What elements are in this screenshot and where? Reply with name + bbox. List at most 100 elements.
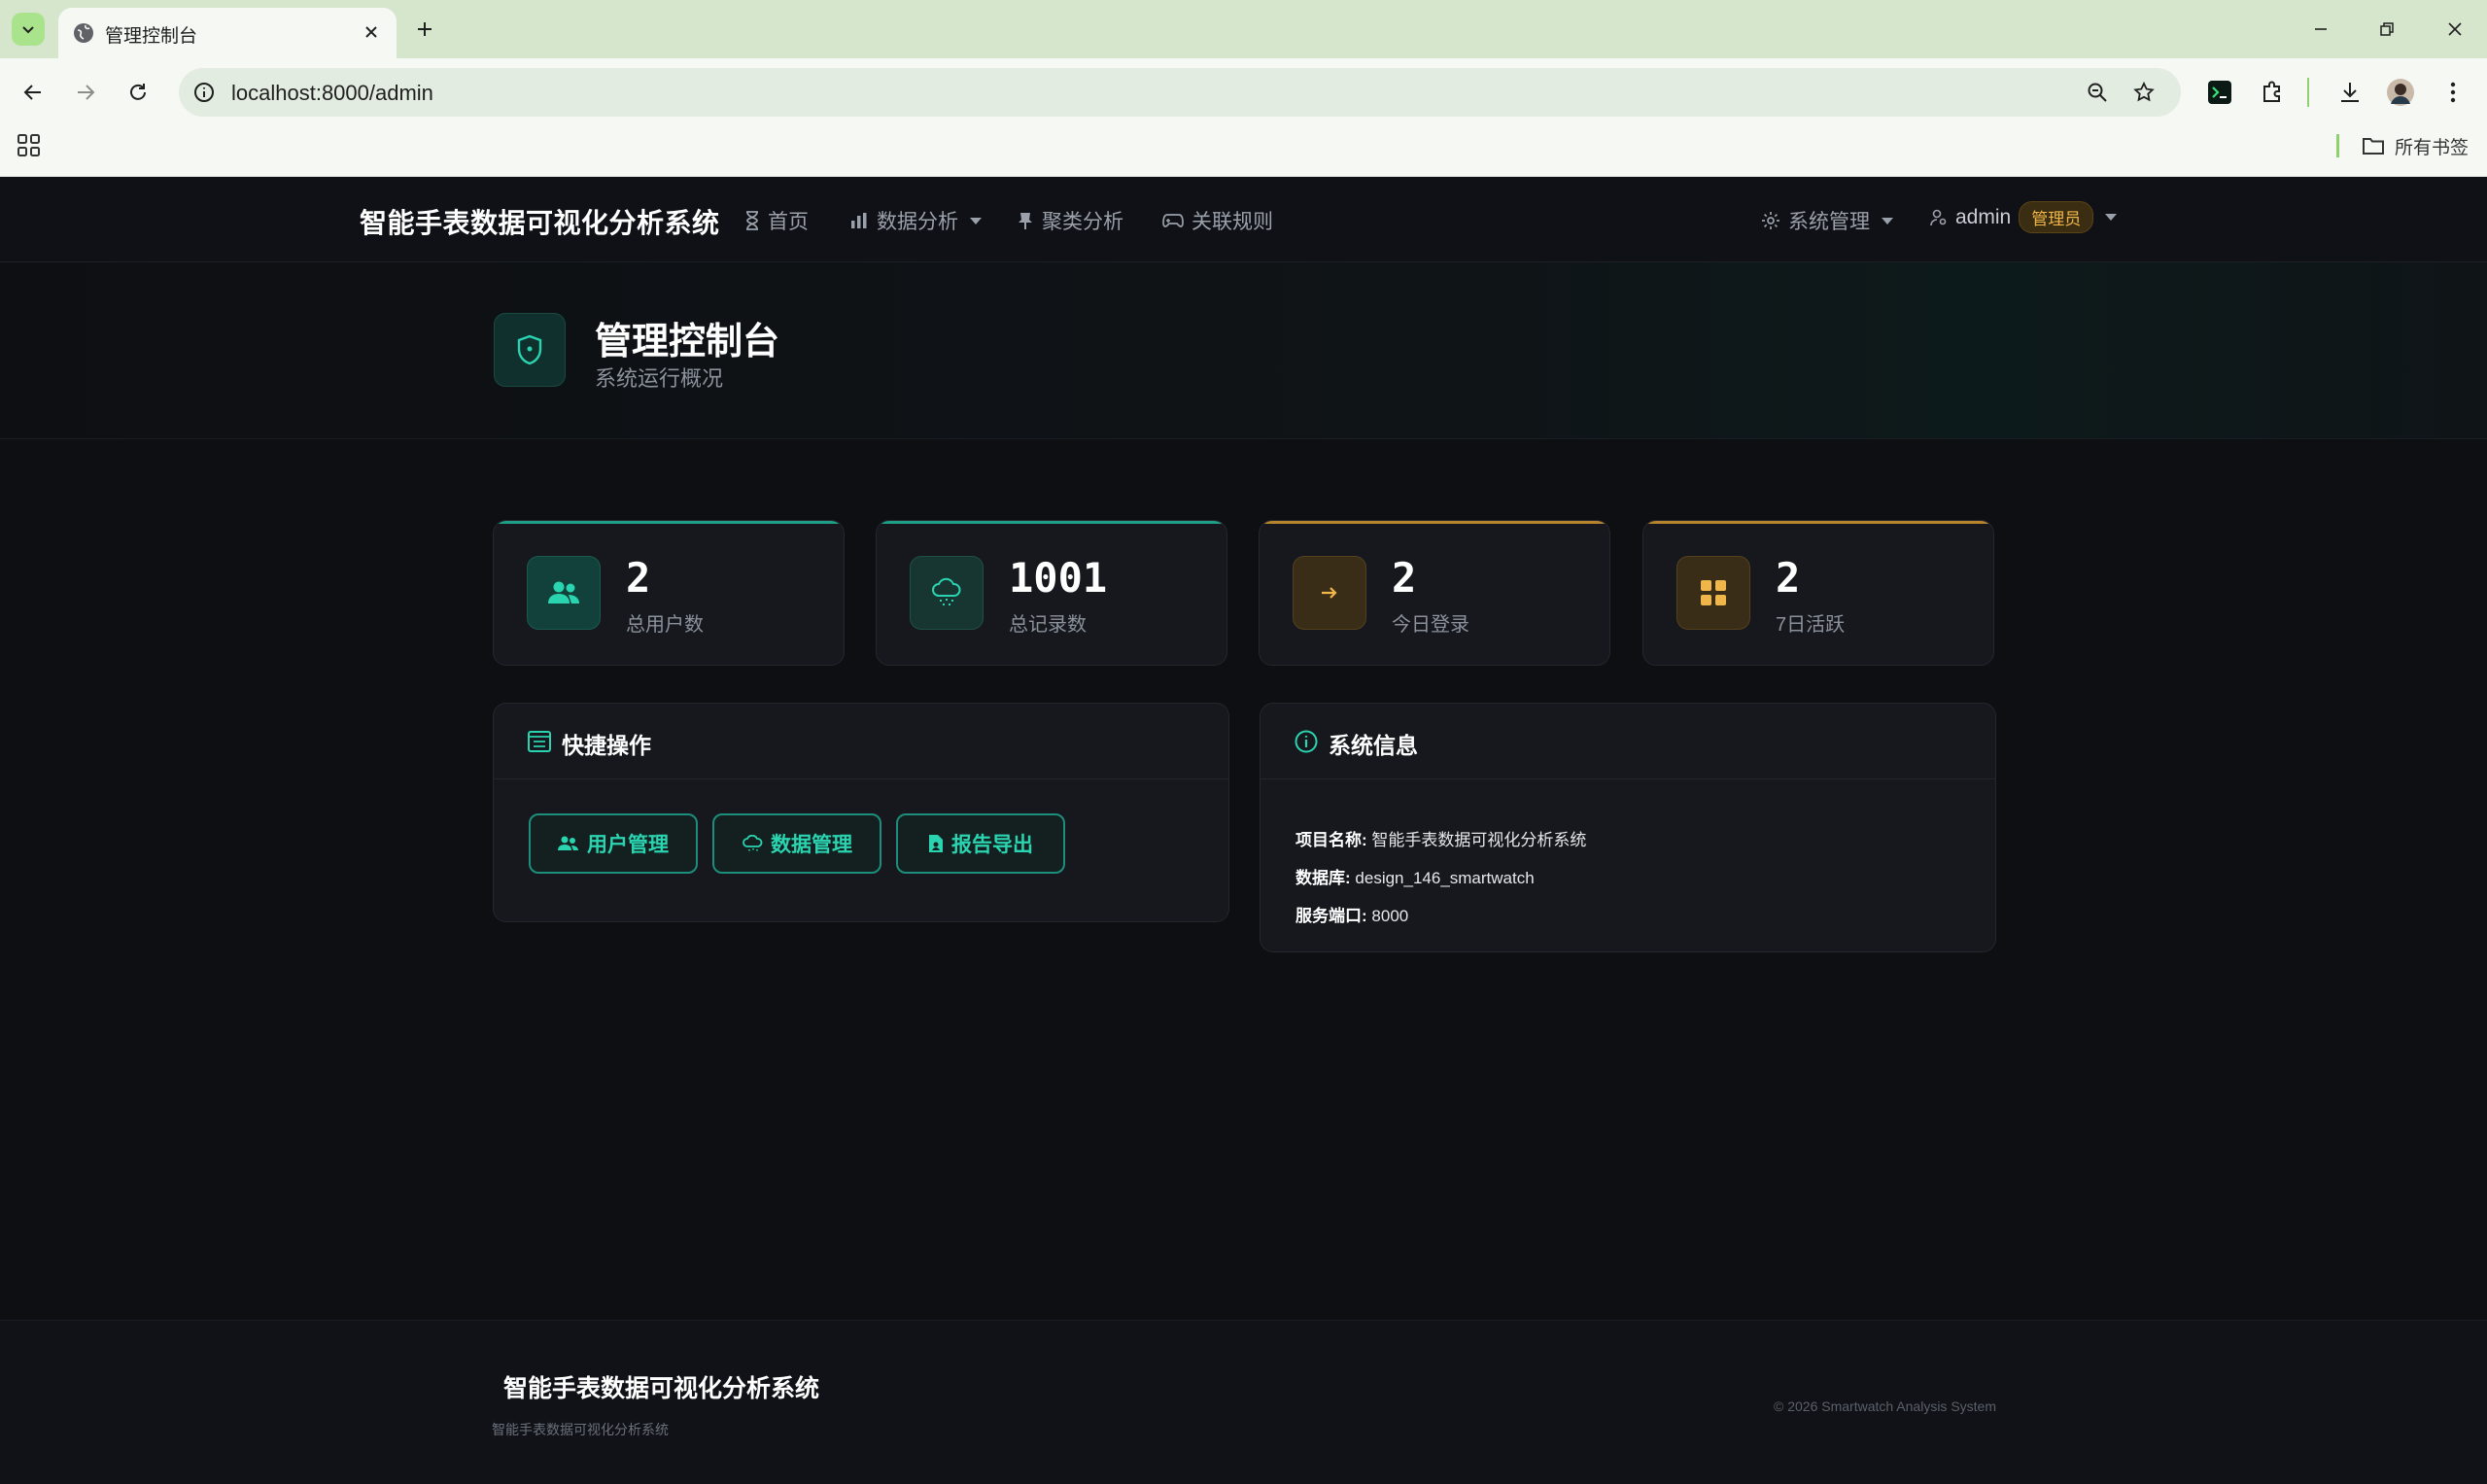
button-label: 数据管理 — [771, 834, 852, 856]
stat-label: 7日活跃 — [1776, 614, 1846, 636]
panel-header: 快捷操作 — [494, 704, 1228, 779]
brand-title[interactable]: 智能手表数据可视化分析系统 — [360, 202, 720, 241]
window-restore-icon[interactable] — [2367, 14, 2406, 45]
page-header: 管理控制台 系统运行概况 — [0, 262, 2487, 439]
nav-user-menu[interactable]: admin 管理员 — [1930, 201, 2118, 233]
info-key: 服务端口: — [1295, 907, 1367, 925]
panel-title: 系统信息 — [1329, 733, 1418, 758]
stat-card-today-logins: 2 今日登录 — [1259, 520, 1610, 666]
back-arrow-icon[interactable] — [16, 75, 51, 110]
system-info-panel: 系统信息 项目名称: 智能手表数据可视化分析系统 数据库: design_146… — [1260, 703, 1996, 952]
pin-icon — [1019, 213, 1032, 229]
zoom-icon[interactable] — [2084, 79, 2111, 106]
users-icon — [527, 556, 601, 630]
url-text[interactable]: localhost:8000/admin — [231, 81, 433, 106]
panel-header: 系统信息 — [1261, 704, 1995, 779]
stat-value: 2 — [1392, 554, 1417, 602]
extensions-puzzle-icon[interactable] — [2255, 75, 2290, 110]
nav-system-management[interactable]: 系统管理 — [1761, 206, 1893, 235]
stat-card-total-users: 2 总用户数 — [493, 520, 845, 666]
panel-title: 快捷操作 — [562, 733, 651, 758]
folder-icon — [2363, 138, 2384, 155]
username: admin — [1955, 205, 2012, 228]
page-footer: 智能手表数据可视化分析系统 智能手表数据可视化分析系统 © 2026 Smart… — [0, 1320, 2487, 1484]
page: 智能手表数据可视化分析系统 首页 数据分析 聚类分析 关联规则 系统管理 adm… — [0, 177, 2487, 1484]
arrow-right-icon — [1293, 556, 1366, 630]
toolbar-divider — [2307, 78, 2309, 107]
shield-icon — [494, 313, 566, 387]
nav-item-label: 关联规则 — [1192, 211, 1273, 233]
tab-title: 管理控制台 — [105, 26, 198, 47]
info-row-project-name: 项目名称: 智能手表数据可视化分析系统 — [1295, 826, 1586, 850]
card-accent-line — [1643, 521, 1993, 524]
stat-value: 1001 — [1009, 554, 1108, 602]
globe-icon — [74, 23, 93, 43]
list-icon — [528, 731, 551, 752]
bookmark-star-icon[interactable] — [2130, 79, 2158, 106]
footer-subtitle: 智能手表数据可视化分析系统 — [492, 1422, 669, 1437]
all-bookmarks-label: 所有书签 — [2395, 137, 2470, 158]
nav-item-home[interactable]: 首页 — [744, 206, 809, 235]
data-management-button[interactable]: 数据管理 — [712, 813, 881, 874]
window-close-icon[interactable] — [2435, 14, 2474, 45]
tab-close-icon[interactable] — [358, 18, 385, 46]
info-value: 8000 — [1371, 907, 1409, 925]
chevron-down-icon — [2105, 214, 2118, 221]
card-accent-line — [877, 521, 1226, 524]
cloud-rain-icon — [910, 556, 984, 630]
quick-actions-panel: 快捷操作 用户管理 数据管理 报告导出 — [493, 703, 1229, 922]
window-minimize-icon[interactable] — [2301, 14, 2340, 45]
info-key: 项目名称: — [1295, 831, 1367, 849]
top-navbar: 智能手表数据可视化分析系统 首页 数据分析 聚类分析 关联规则 系统管理 adm… — [0, 177, 2487, 262]
reload-icon[interactable] — [121, 75, 155, 110]
footer-copyright: © 2026 Smartwatch Analysis System — [1774, 1398, 1996, 1414]
user-gear-icon — [1930, 209, 1947, 225]
info-value: 智能手表数据可视化分析系统 — [1371, 831, 1587, 849]
site-info-icon[interactable] — [192, 81, 216, 104]
stat-value: 2 — [626, 554, 651, 602]
nav-item-clustering[interactable]: 聚类分析 — [1017, 206, 1123, 235]
card-accent-line — [1260, 521, 1609, 524]
gear-icon — [1762, 212, 1779, 229]
file-icon — [929, 835, 943, 852]
browser-tabbar: 管理控制台 — [0, 0, 2487, 58]
nav-item-association-rules[interactable]: 关联规则 — [1162, 206, 1273, 235]
user-management-button[interactable]: 用户管理 — [529, 813, 698, 874]
stat-label: 今日登录 — [1392, 614, 1469, 636]
cloud-icon — [743, 835, 763, 851]
chevron-down-icon — [1882, 217, 1893, 224]
card-accent-line — [494, 521, 844, 524]
tab-search-chevron-icon[interactable] — [12, 13, 45, 46]
terminal-extension-icon[interactable] — [2202, 75, 2237, 110]
info-value: design_146_smartwatch — [1355, 869, 1535, 887]
address-bar[interactable]: localhost:8000/admin — [179, 68, 2181, 117]
profile-avatar[interactable] — [2383, 75, 2418, 110]
bookmarks-bar — [0, 126, 2487, 177]
page-title: 管理控制台 — [595, 322, 780, 362]
stat-value: 2 — [1776, 554, 1801, 602]
browser-menu-icon[interactable] — [2435, 75, 2470, 110]
all-bookmarks-button[interactable]: 所有书签 — [2362, 132, 2469, 159]
users-icon — [558, 836, 578, 850]
stat-label: 总用户数 — [626, 614, 704, 636]
stat-card-7day-active: 2 7日活跃 — [1642, 520, 1994, 666]
footer-brand: 智能手表数据可视化分析系统 — [503, 1375, 820, 1402]
bar-chart-icon — [851, 213, 867, 228]
browser-toolbar: localhost:8000/admin — [0, 58, 2487, 126]
info-row-port: 服务端口: 8000 — [1295, 902, 1408, 926]
bookmarks-divider — [2336, 134, 2339, 157]
hourglass-icon — [746, 211, 758, 230]
chevron-down-icon — [970, 217, 982, 224]
report-export-button[interactable]: 报告导出 — [896, 813, 1065, 874]
stat-card-total-records: 1001 总记录数 — [876, 520, 1227, 666]
stat-label: 总记录数 — [1009, 614, 1087, 636]
apps-grid-icon[interactable] — [16, 132, 43, 159]
nav-item-data-analysis[interactable]: 数据分析 — [849, 206, 982, 235]
page-subtitle: 系统运行概况 — [595, 366, 724, 391]
new-tab-plus-icon[interactable] — [408, 13, 441, 46]
download-icon[interactable] — [2332, 75, 2367, 110]
forward-arrow-icon[interactable] — [68, 75, 103, 110]
gamepad-icon — [1162, 214, 1184, 227]
browser-tab-active[interactable]: 管理控制台 — [58, 8, 397, 58]
system-menu-label: 系统管理 — [1788, 211, 1870, 233]
